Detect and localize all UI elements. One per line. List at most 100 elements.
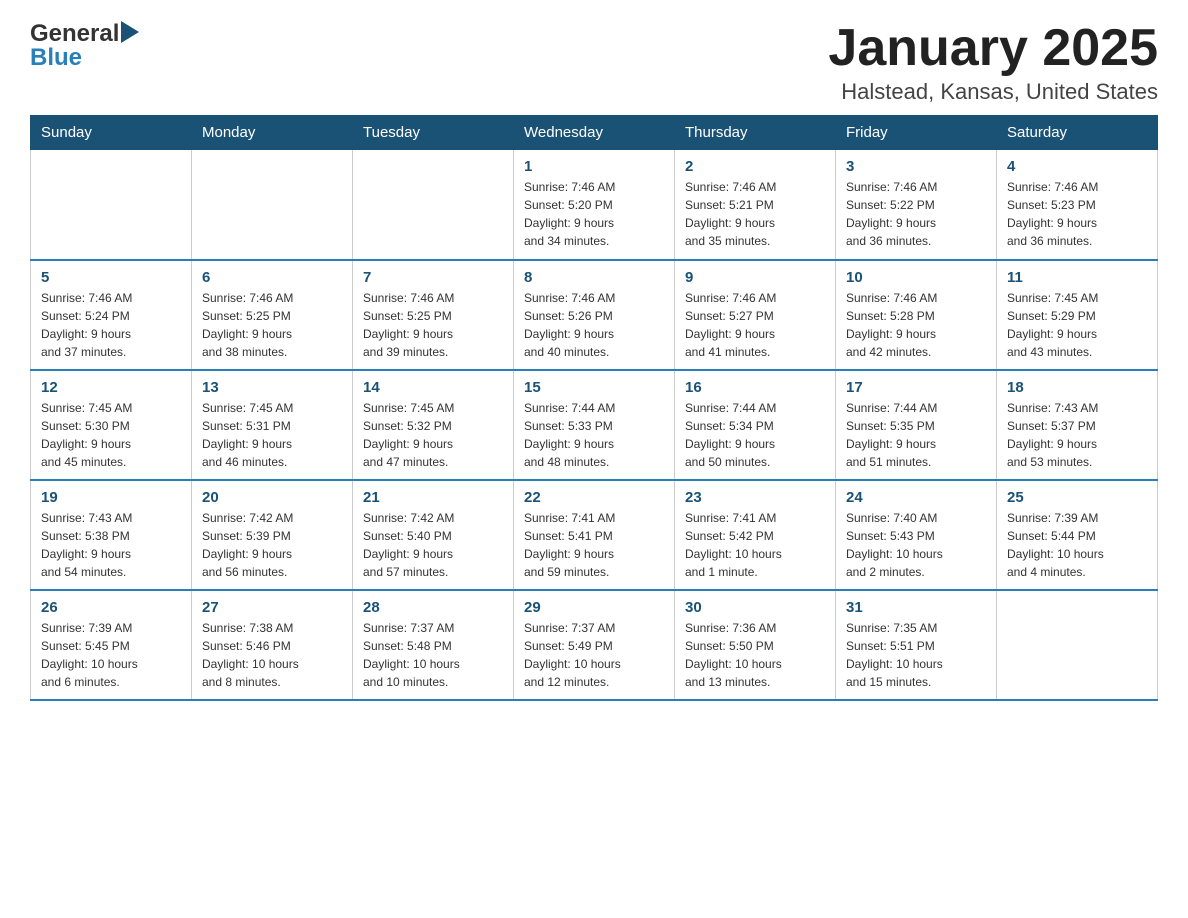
calendar-week-row: 26 Sunrise: 7:39 AM Sunset: 5:45 PM Dayli…: [31, 590, 1158, 700]
calendar-cell: 29 Sunrise: 7:37 AM Sunset: 5:49 PM Dayli…: [514, 590, 675, 700]
calendar-cell: 19 Sunrise: 7:43 AM Sunset: 5:38 PM Dayli…: [31, 480, 192, 590]
day-info: Sunrise: 7:37 AM Sunset: 5:48 PM Dayligh…: [363, 619, 503, 691]
day-number: 15: [524, 379, 664, 396]
calendar-body: 1Sunrise: 7:46 AM Sunset: 5:20 PM Daylig…: [31, 150, 1158, 700]
day-number: 3: [846, 158, 986, 175]
calendar-week-row: 19 Sunrise: 7:43 AM Sunset: 5:38 PM Dayli…: [31, 480, 1158, 590]
day-info: Sunrise: 7:44 AM Sunset: 5:35 PM Dayligh…: [846, 399, 986, 471]
calendar-cell: 28Sunrise: 7:37 AM Sunset: 5:48 PM Dayli…: [353, 590, 514, 700]
day-number: 26: [41, 599, 181, 616]
calendar-cell: 13Sunrise: 7:45 AM Sunset: 5:31 PM Dayli…: [192, 370, 353, 480]
day-info: Sunrise: 7:46 AM Sunset: 5:28 PM Dayligh…: [846, 289, 986, 361]
day-info: Sunrise: 7:39 AM Sunset: 5:45 PM Dayligh…: [41, 619, 181, 691]
day-number: 14: [363, 379, 503, 396]
day-info: Sunrise: 7:42 AM Sunset: 5:39 PM Dayligh…: [202, 509, 342, 581]
title-section: January 2025 Halstead, Kansas, United St…: [828, 20, 1158, 105]
calendar-week-row: 5 Sunrise: 7:46 AM Sunset: 5:24 PM Daylig…: [31, 260, 1158, 370]
day-of-week-header: Sunday: [31, 116, 192, 150]
day-info: Sunrise: 7:46 AM Sunset: 5:21 PM Dayligh…: [685, 178, 825, 250]
day-info: Sunrise: 7:40 AM Sunset: 5:43 PM Dayligh…: [846, 509, 986, 581]
day-of-week-header: Thursday: [675, 116, 836, 150]
day-info: Sunrise: 7:45 AM Sunset: 5:29 PM Dayligh…: [1007, 289, 1147, 361]
day-info: Sunrise: 7:37 AM Sunset: 5:49 PM Dayligh…: [524, 619, 664, 691]
calendar-cell: [192, 150, 353, 260]
day-info: Sunrise: 7:41 AM Sunset: 5:41 PM Dayligh…: [524, 509, 664, 581]
day-number: 23: [685, 489, 825, 506]
day-info: Sunrise: 7:43 AM Sunset: 5:38 PM Dayligh…: [41, 509, 181, 581]
calendar-cell: 6 Sunrise: 7:46 AM Sunset: 5:25 PM Daylig…: [192, 260, 353, 370]
calendar-cell: 25 Sunrise: 7:39 AM Sunset: 5:44 PM Dayli…: [997, 480, 1158, 590]
day-number: 25: [1007, 489, 1147, 506]
day-number: 31: [846, 599, 986, 616]
day-number: 16: [685, 379, 825, 396]
day-number: 8: [524, 269, 664, 286]
day-number: 18: [1007, 379, 1147, 396]
calendar-cell: 8 Sunrise: 7:46 AM Sunset: 5:26 PM Daylig…: [514, 260, 675, 370]
header-row: SundayMondayTuesdayWednesdayThursdayFrid…: [31, 116, 1158, 150]
day-of-week-header: Friday: [836, 116, 997, 150]
calendar-cell: 5 Sunrise: 7:46 AM Sunset: 5:24 PM Daylig…: [31, 260, 192, 370]
day-number: 19: [41, 489, 181, 506]
calendar-cell: 2 Sunrise: 7:46 AM Sunset: 5:21 PM Daylig…: [675, 150, 836, 260]
day-number: 5: [41, 269, 181, 286]
day-info: Sunrise: 7:45 AM Sunset: 5:31 PM Dayligh…: [202, 399, 342, 471]
calendar-cell: [997, 590, 1158, 700]
day-number: 10: [846, 269, 986, 286]
day-info: Sunrise: 7:45 AM Sunset: 5:32 PM Dayligh…: [363, 399, 503, 471]
day-info: Sunrise: 7:36 AM Sunset: 5:50 PM Dayligh…: [685, 619, 825, 691]
day-number: 2: [685, 158, 825, 175]
calendar-cell: 26 Sunrise: 7:39 AM Sunset: 5:45 PM Dayli…: [31, 590, 192, 700]
day-info: Sunrise: 7:46 AM Sunset: 5:25 PM Dayligh…: [202, 289, 342, 361]
day-info: Sunrise: 7:35 AM Sunset: 5:51 PM Dayligh…: [846, 619, 986, 691]
day-info: Sunrise: 7:43 AM Sunset: 5:37 PM Dayligh…: [1007, 399, 1147, 471]
calendar-cell: 11Sunrise: 7:45 AM Sunset: 5:29 PM Dayli…: [997, 260, 1158, 370]
day-of-week-header: Tuesday: [353, 116, 514, 150]
calendar-cell: 9 Sunrise: 7:46 AM Sunset: 5:27 PM Daylig…: [675, 260, 836, 370]
calendar-cell: 16 Sunrise: 7:44 AM Sunset: 5:34 PM Dayli…: [675, 370, 836, 480]
day-of-week-header: Monday: [192, 116, 353, 150]
calendar-cell: 18 Sunrise: 7:43 AM Sunset: 5:37 PM Dayli…: [997, 370, 1158, 480]
calendar-cell: [31, 150, 192, 260]
calendar-table: SundayMondayTuesdayWednesdayThursdayFrid…: [30, 115, 1158, 701]
day-info: Sunrise: 7:42 AM Sunset: 5:40 PM Dayligh…: [363, 509, 503, 581]
day-info: Sunrise: 7:46 AM Sunset: 5:27 PM Dayligh…: [685, 289, 825, 361]
calendar-cell: 15 Sunrise: 7:44 AM Sunset: 5:33 PM Dayli…: [514, 370, 675, 480]
day-info: Sunrise: 7:46 AM Sunset: 5:26 PM Dayligh…: [524, 289, 664, 361]
day-number: 12: [41, 379, 181, 396]
logo-blue-text: Blue: [30, 44, 82, 72]
day-info: Sunrise: 7:38 AM Sunset: 5:46 PM Dayligh…: [202, 619, 342, 691]
day-number: 9: [685, 269, 825, 286]
day-number: 29: [524, 599, 664, 616]
calendar-cell: 3 Sunrise: 7:46 AM Sunset: 5:22 PM Daylig…: [836, 150, 997, 260]
calendar-cell: 4Sunrise: 7:46 AM Sunset: 5:23 PM Daylig…: [997, 150, 1158, 260]
calendar-cell: 21Sunrise: 7:42 AM Sunset: 5:40 PM Dayli…: [353, 480, 514, 590]
calendar-cell: 24Sunrise: 7:40 AM Sunset: 5:43 PM Dayli…: [836, 480, 997, 590]
day-info: Sunrise: 7:41 AM Sunset: 5:42 PM Dayligh…: [685, 509, 825, 581]
day-number: 20: [202, 489, 342, 506]
page-header: General Blue January 2025 Halstead, Kans…: [30, 20, 1158, 105]
day-info: Sunrise: 7:46 AM Sunset: 5:20 PM Dayligh…: [524, 178, 664, 250]
day-info: Sunrise: 7:46 AM Sunset: 5:24 PM Dayligh…: [41, 289, 181, 361]
calendar-week-row: 1Sunrise: 7:46 AM Sunset: 5:20 PM Daylig…: [31, 150, 1158, 260]
day-info: Sunrise: 7:46 AM Sunset: 5:23 PM Dayligh…: [1007, 178, 1147, 250]
calendar-cell: 20 Sunrise: 7:42 AM Sunset: 5:39 PM Dayli…: [192, 480, 353, 590]
day-number: 30: [685, 599, 825, 616]
calendar-cell: [353, 150, 514, 260]
calendar-cell: 27Sunrise: 7:38 AM Sunset: 5:46 PM Dayli…: [192, 590, 353, 700]
calendar-cell: 22Sunrise: 7:41 AM Sunset: 5:41 PM Dayli…: [514, 480, 675, 590]
calendar-cell: 14 Sunrise: 7:45 AM Sunset: 5:32 PM Dayli…: [353, 370, 514, 480]
day-info: Sunrise: 7:45 AM Sunset: 5:30 PM Dayligh…: [41, 399, 181, 471]
logo-triangle-icon: [121, 21, 139, 43]
calendar-header: SundayMondayTuesdayWednesdayThursdayFrid…: [31, 116, 1158, 150]
day-info: Sunrise: 7:46 AM Sunset: 5:22 PM Dayligh…: [846, 178, 986, 250]
day-number: 6: [202, 269, 342, 286]
calendar-cell: 7Sunrise: 7:46 AM Sunset: 5:25 PM Daylig…: [353, 260, 514, 370]
day-info: Sunrise: 7:44 AM Sunset: 5:34 PM Dayligh…: [685, 399, 825, 471]
day-info: Sunrise: 7:39 AM Sunset: 5:44 PM Dayligh…: [1007, 509, 1147, 581]
calendar-cell: 17Sunrise: 7:44 AM Sunset: 5:35 PM Dayli…: [836, 370, 997, 480]
day-info: Sunrise: 7:44 AM Sunset: 5:33 PM Dayligh…: [524, 399, 664, 471]
calendar-cell: 30 Sunrise: 7:36 AM Sunset: 5:50 PM Dayli…: [675, 590, 836, 700]
calendar-cell: 12 Sunrise: 7:45 AM Sunset: 5:30 PM Dayli…: [31, 370, 192, 480]
day-of-week-header: Saturday: [997, 116, 1158, 150]
calendar-cell: 1Sunrise: 7:46 AM Sunset: 5:20 PM Daylig…: [514, 150, 675, 260]
